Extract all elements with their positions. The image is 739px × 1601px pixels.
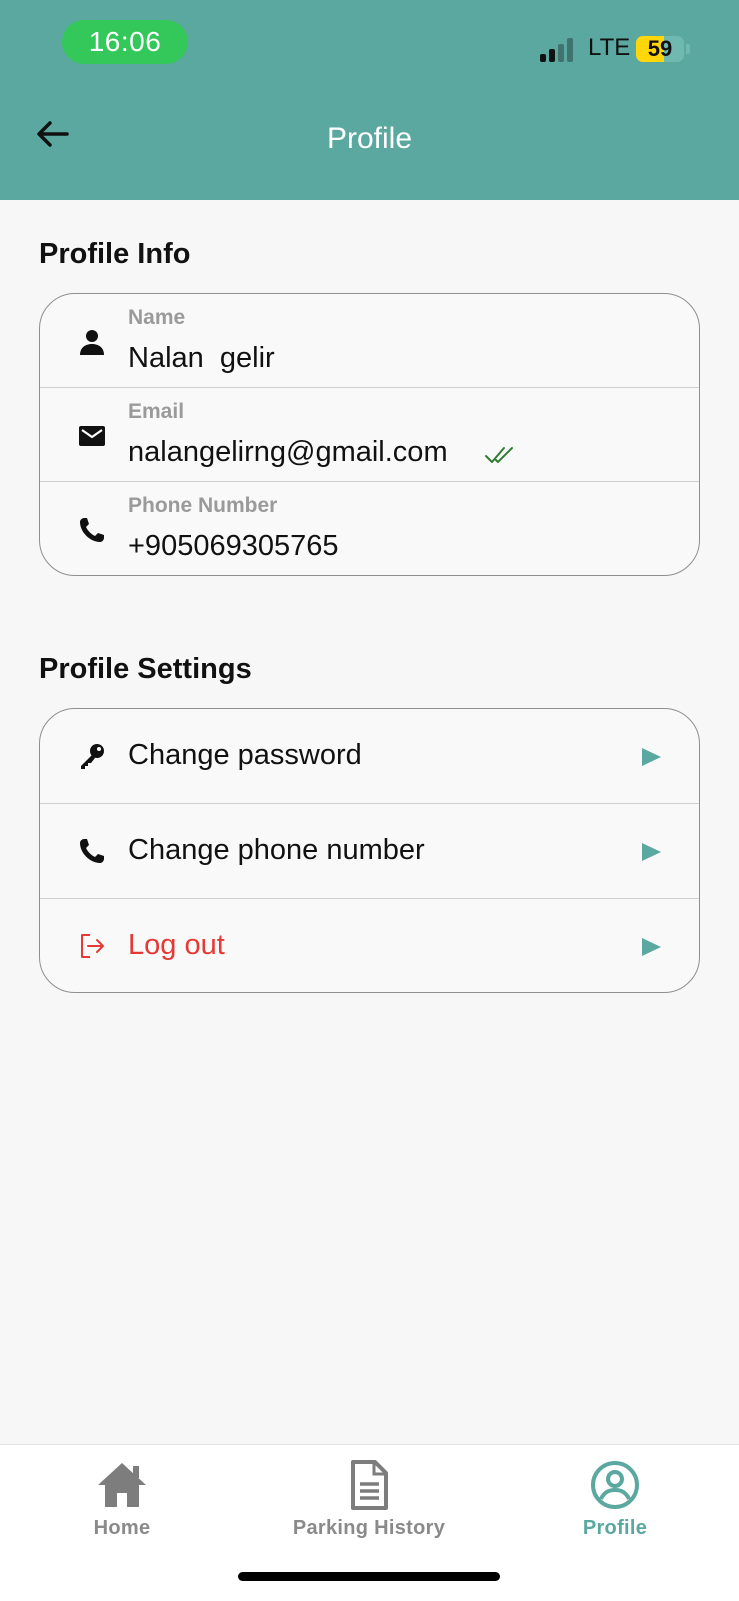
page-title: Profile [326,122,413,155]
home-indicator [238,1572,500,1581]
logout-label: Log out [128,929,225,961]
logout-icon [81,934,104,958]
name-value: Nalan gelir [128,342,275,374]
battery-icon: 59 [636,36,684,62]
battery-level: 59 [647,36,673,61]
profile-info-title: Profile Info [39,238,191,270]
nav-profile-label: Profile [582,1517,648,1539]
nav-profile[interactable]: Profile [515,1459,715,1549]
nav-parking-history-label: Parking History [292,1517,446,1539]
change-phone-number-label: Change phone number [128,834,425,866]
logout-button[interactable]: Log out [40,899,699,992]
account-circle-icon [591,1461,639,1509]
email-value: nalangelirng@gmail.com [128,436,448,468]
phone-row: Phone Number +905069305765 [40,482,699,575]
change-password-label: Change password [128,739,362,771]
mail-icon [79,426,105,446]
network-label: LTE [588,34,631,61]
nav-parking-history[interactable]: Parking History [269,1459,469,1549]
chevron-right-icon [642,748,661,766]
change-password-button[interactable]: Change password [40,709,699,804]
home-icon [98,1463,146,1507]
name-row: Name Nalan gelir [40,294,699,388]
nav-home[interactable]: Home [22,1459,222,1549]
email-row: Email nalangelirng@gmail.com [40,388,699,482]
status-time: 16:06 [62,20,188,64]
nav-home-label: Home [93,1517,151,1539]
signal-icon [540,36,576,62]
phone-icon [80,839,104,863]
profile-settings-title: Profile Settings [39,653,252,685]
double-check-icon [485,447,513,463]
change-phone-number-button[interactable]: Change phone number [40,804,699,899]
profile-info-card: Name Nalan gelir Email nalangelirng@gmai… [39,293,700,576]
phone-value: +905069305765 [128,530,339,562]
phone-label: Phone Number [128,494,278,517]
chevron-right-icon [642,843,661,861]
email-label: Email [128,400,185,423]
person-icon [80,330,104,355]
key-icon [81,744,104,769]
document-icon [351,1460,388,1510]
chevron-right-icon [642,938,661,956]
name-label: Name [128,306,186,329]
profile-settings-card: Change password Change phone number Log … [39,708,700,993]
phone-icon [80,518,104,542]
app-header: 16:06 LTE 59 Profile [0,0,739,200]
battery-cap [686,44,690,54]
